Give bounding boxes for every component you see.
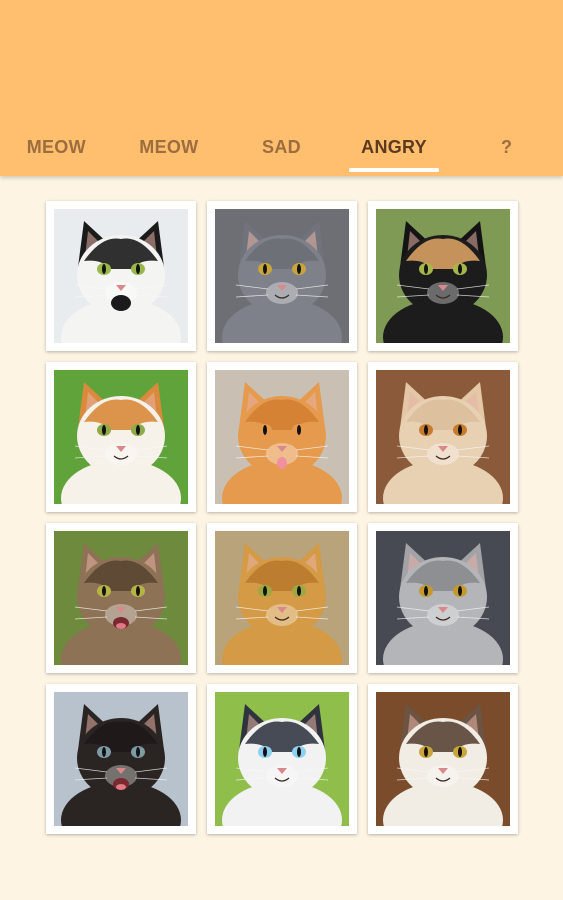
active-tab-indicator — [348, 168, 440, 172]
tab-label: SAD — [262, 136, 301, 157]
cat-photo — [215, 370, 349, 504]
cat-photo — [376, 370, 510, 504]
app-bar: MEOW MEOW SAD ANGRY ? — [0, 0, 563, 176]
cat-photo — [54, 531, 188, 665]
cat-photo — [215, 209, 349, 343]
cat-card-maine-coon-cat[interactable] — [368, 684, 518, 834]
cat-photo — [54, 370, 188, 504]
tab-angry[interactable]: ANGRY — [338, 118, 451, 176]
cat-image-icon — [215, 209, 349, 343]
cat-card-orange-tabby-lying-cat[interactable] — [207, 362, 357, 512]
cat-image-icon — [376, 531, 510, 665]
cat-image-icon — [54, 209, 188, 343]
cat-card-orange-white-cat[interactable] — [46, 362, 196, 512]
cat-card-siamese-blue-eyed-cat[interactable] — [207, 684, 357, 834]
cat-card-black-kitten[interactable] — [46, 684, 196, 834]
cat-image-icon — [376, 692, 510, 826]
cat-card-black-white-cat[interactable] — [46, 201, 196, 351]
cat-image-icon — [54, 692, 188, 826]
cat-image-icon — [215, 370, 349, 504]
cat-card-tabby-hissing-cat[interactable] — [46, 523, 196, 673]
cat-card-calico-cat[interactable] — [368, 201, 518, 351]
cat-photo — [376, 209, 510, 343]
cat-photo — [54, 209, 188, 343]
tab-meow-1[interactable]: MEOW — [0, 118, 113, 176]
cat-card-cream-persian-cat[interactable] — [368, 362, 518, 512]
cat-card-grey-persian-cat[interactable] — [368, 523, 518, 673]
cat-image-icon — [376, 370, 510, 504]
cat-photo — [376, 692, 510, 826]
tab-help[interactable]: ? — [450, 118, 563, 176]
tab-label: MEOW — [139, 136, 199, 157]
cat-photo — [215, 692, 349, 826]
cat-card-grey-cat[interactable] — [207, 201, 357, 351]
tab-label: MEOW — [26, 136, 86, 157]
cat-photo — [54, 692, 188, 826]
cat-photo — [215, 531, 349, 665]
cat-image-icon — [215, 531, 349, 665]
tab-label: ANGRY — [361, 136, 427, 157]
cat-photo-grid — [46, 201, 518, 834]
tab-meow-2[interactable]: MEOW — [113, 118, 226, 176]
cat-card-orange-longhair-cat[interactable] — [207, 523, 357, 673]
cat-photo — [376, 531, 510, 665]
tab-bar: MEOW MEOW SAD ANGRY ? — [0, 118, 563, 176]
tab-label: ? — [501, 136, 513, 157]
cat-image-icon — [215, 692, 349, 826]
tab-sad[interactable]: SAD — [225, 118, 338, 176]
cat-image-icon — [54, 531, 188, 665]
cat-image-icon — [54, 370, 188, 504]
cat-image-icon — [376, 209, 510, 343]
